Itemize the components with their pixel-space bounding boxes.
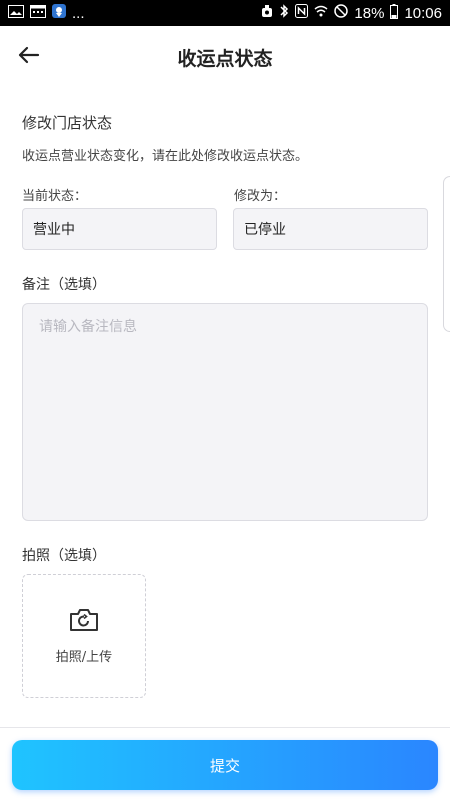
status-bar: ... 18% 10:06 [0,0,450,26]
do-not-disturb-icon [334,4,349,22]
location-app-icon [52,4,66,22]
current-status-value: 营业中 [33,222,75,238]
app-header: 收运点状态 [0,26,450,88]
alarm-icon [261,4,273,22]
current-status-field: 营业中 [22,208,217,250]
status-bar-right: 18% 10:06 [261,3,442,23]
status-bar-left: ... [8,4,85,22]
remark-textarea[interactable] [22,303,428,521]
side-pull-tab[interactable] [443,176,450,332]
bottom-bar: 提交 [0,727,450,801]
modify-status-value: 已停业 [244,222,286,238]
battery-percent: 18% [354,4,385,22]
image-notification-icon [8,4,24,22]
clock: 10:06 [404,4,442,22]
camera-icon [69,608,99,636]
page-title: 收运点状态 [177,47,273,70]
bluetooth-icon [279,4,289,22]
photo-label: 拍照（选填） [22,548,106,564]
status-ellipsis: ... [72,4,85,22]
section-title: 修改门店状态 [22,114,113,132]
remark-label: 备注（选填） [22,277,106,293]
photo-upload-label: 拍照/上传 [55,649,113,665]
wifi-icon [314,4,328,22]
back-arrow-icon [18,46,40,68]
photo-upload-button[interactable]: 拍照/上传 [22,574,146,698]
back-button[interactable] [12,40,46,74]
modify-status-label: 修改为： [234,189,287,204]
calendar-notification-icon [30,4,46,22]
battery-icon [390,3,399,23]
submit-button[interactable]: 提交 [12,740,438,790]
modify-status-select[interactable]: 已停业 [233,208,428,250]
current-status-label: 当前状态： [22,189,88,204]
nfc-icon [295,4,309,22]
section-description: 收运点营业状态变化，请在此处修改收运点状态。 [22,149,309,164]
